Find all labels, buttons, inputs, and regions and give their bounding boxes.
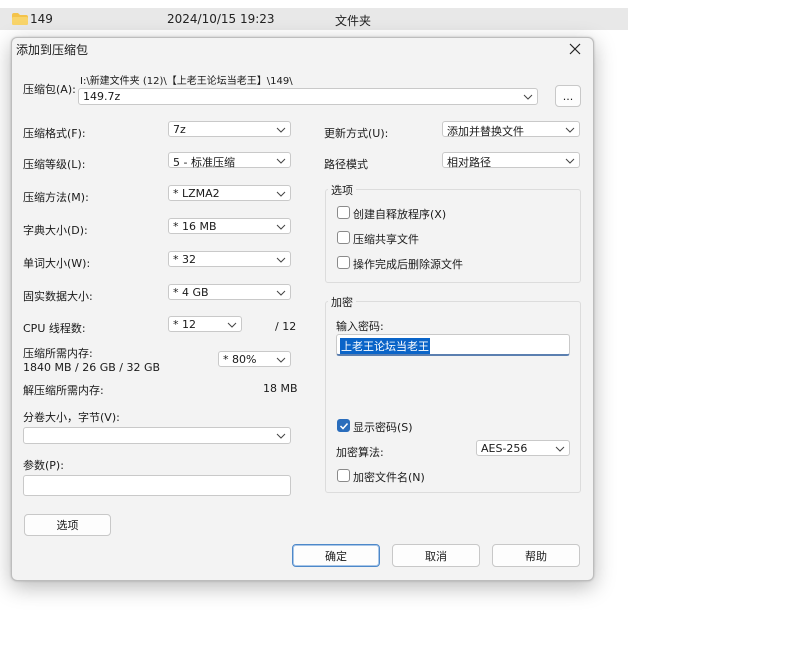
close-button[interactable] (565, 39, 585, 59)
close-icon (569, 43, 581, 55)
level-value: 5 - 标准压缩 (173, 156, 235, 169)
params-input[interactable] (23, 475, 291, 496)
decomp-memory-value: 18 MB (263, 382, 298, 395)
options-button[interactable]: 选项 (24, 514, 111, 536)
password-value: 上老王论坛当老王 (340, 338, 430, 354)
memory-label: 压缩所需内存: (23, 347, 93, 360)
cancel-button[interactable]: 取消 (392, 544, 480, 567)
archive-label: 压缩包(A): (23, 83, 76, 96)
encryption-method-value: AES-256 (481, 442, 528, 455)
encryption-method-label: 加密算法: (336, 446, 384, 459)
delete-after-label: 操作完成后删除源文件 (353, 258, 463, 271)
chevron-down-icon (555, 446, 565, 452)
sfx-label: 创建自释放程序(X) (353, 208, 447, 221)
update-value: 添加并替换文件 (447, 125, 524, 138)
sfx-checkbox[interactable] (337, 206, 350, 219)
threads-value: * 12 (173, 318, 196, 331)
chevron-down-icon (276, 290, 286, 296)
update-select[interactable]: 添加并替换文件 (442, 121, 580, 138)
chevron-down-icon (276, 158, 286, 164)
format-select[interactable]: 7z (168, 121, 291, 137)
level-select[interactable]: 5 - 标准压缩 (168, 152, 291, 169)
dialog-title: 添加到压缩包 (16, 43, 89, 57)
show-password-checkbox[interactable] (337, 419, 350, 432)
encryption-group-title: 加密 (328, 294, 356, 310)
archive-name-value: 149.7z (83, 90, 121, 103)
memory-value: * 80% (223, 353, 257, 366)
chevron-down-icon (227, 322, 237, 328)
dict-value: * 16 MB (173, 220, 217, 233)
threads-max: / 12 (275, 320, 297, 333)
chevron-down-icon (276, 127, 286, 133)
browse-button[interactable]: ... (555, 85, 581, 107)
solid-select[interactable]: * 4 GB (168, 284, 291, 300)
encrypt-names-checkbox[interactable] (337, 469, 350, 482)
level-label: 压缩等级(L): (23, 158, 86, 171)
split-label: 分卷大小，字节(V): (23, 411, 120, 424)
add-to-archive-dialog: 添加到压缩包 压缩包(A): I:\新建文件夹 (12)\【上老王论坛当老王】\… (11, 37, 594, 581)
help-button[interactable]: 帮助 (492, 544, 580, 567)
chevron-down-icon (565, 127, 575, 133)
show-password-label: 显示密码(S) (353, 421, 413, 434)
explorer-item-name: 149 (30, 12, 53, 26)
format-value: 7z (173, 123, 186, 136)
checkmark-icon (339, 422, 349, 430)
chevron-down-icon (276, 357, 286, 363)
method-value: * LZMA2 (173, 187, 220, 200)
folder-icon (12, 13, 28, 28)
memory-select[interactable]: * 80% (218, 351, 291, 367)
path-mode-label: 路径模式 (324, 158, 368, 171)
options-group-title: 选项 (328, 182, 356, 198)
decomp-memory-label: 解压缩所需内存: (23, 384, 104, 397)
chevron-down-icon (276, 257, 286, 263)
solid-value: * 4 GB (173, 286, 209, 299)
chevron-down-icon (523, 94, 533, 100)
chevron-down-icon (276, 191, 286, 197)
password-label: 输入密码: (336, 320, 384, 333)
method-select[interactable]: * LZMA2 (168, 185, 291, 201)
archive-path: I:\新建文件夹 (12)\【上老王论坛当老王】\149\ (80, 76, 293, 87)
ok-button[interactable]: 确定 (292, 544, 380, 567)
params-label: 参数(P): (23, 459, 64, 472)
threads-label: CPU 线程数: (23, 322, 86, 335)
update-label: 更新方式(U): (324, 127, 389, 140)
explorer-row-149[interactable]: 149 2024/10/15 19:23 文件夹 (0, 8, 628, 30)
chevron-down-icon (565, 158, 575, 164)
threads-select[interactable]: * 12 (168, 316, 242, 332)
dict-label: 字典大小(D): (23, 224, 88, 237)
split-select[interactable] (23, 427, 291, 444)
shared-files-label: 压缩共享文件 (353, 233, 419, 246)
memory-detail: 1840 MB / 26 GB / 32 GB (23, 361, 161, 374)
dict-select[interactable]: * 16 MB (168, 218, 291, 234)
method-label: 压缩方法(M): (23, 191, 89, 204)
explorer-item-type: 文件夹 (335, 14, 372, 28)
chevron-down-icon (276, 433, 286, 439)
encryption-method-select[interactable]: AES-256 (476, 440, 570, 456)
solid-label: 固实数据大小: (23, 290, 93, 303)
encrypt-names-label: 加密文件名(N) (353, 471, 425, 484)
format-label: 压缩格式(F): (23, 127, 86, 140)
archive-name-combo[interactable]: 149.7z (78, 88, 538, 105)
shared-files-checkbox[interactable] (337, 231, 350, 244)
chevron-down-icon (276, 224, 286, 230)
word-select[interactable]: * 32 (168, 251, 291, 267)
password-input[interactable]: 上老王论坛当老王 (336, 334, 570, 356)
word-value: * 32 (173, 253, 196, 266)
explorer-item-date: 2024/10/15 19:23 (167, 12, 275, 26)
path-mode-select[interactable]: 相对路径 (442, 152, 580, 169)
word-label: 单词大小(W): (23, 257, 91, 270)
path-mode-value: 相对路径 (447, 156, 491, 169)
delete-after-checkbox[interactable] (337, 256, 350, 269)
